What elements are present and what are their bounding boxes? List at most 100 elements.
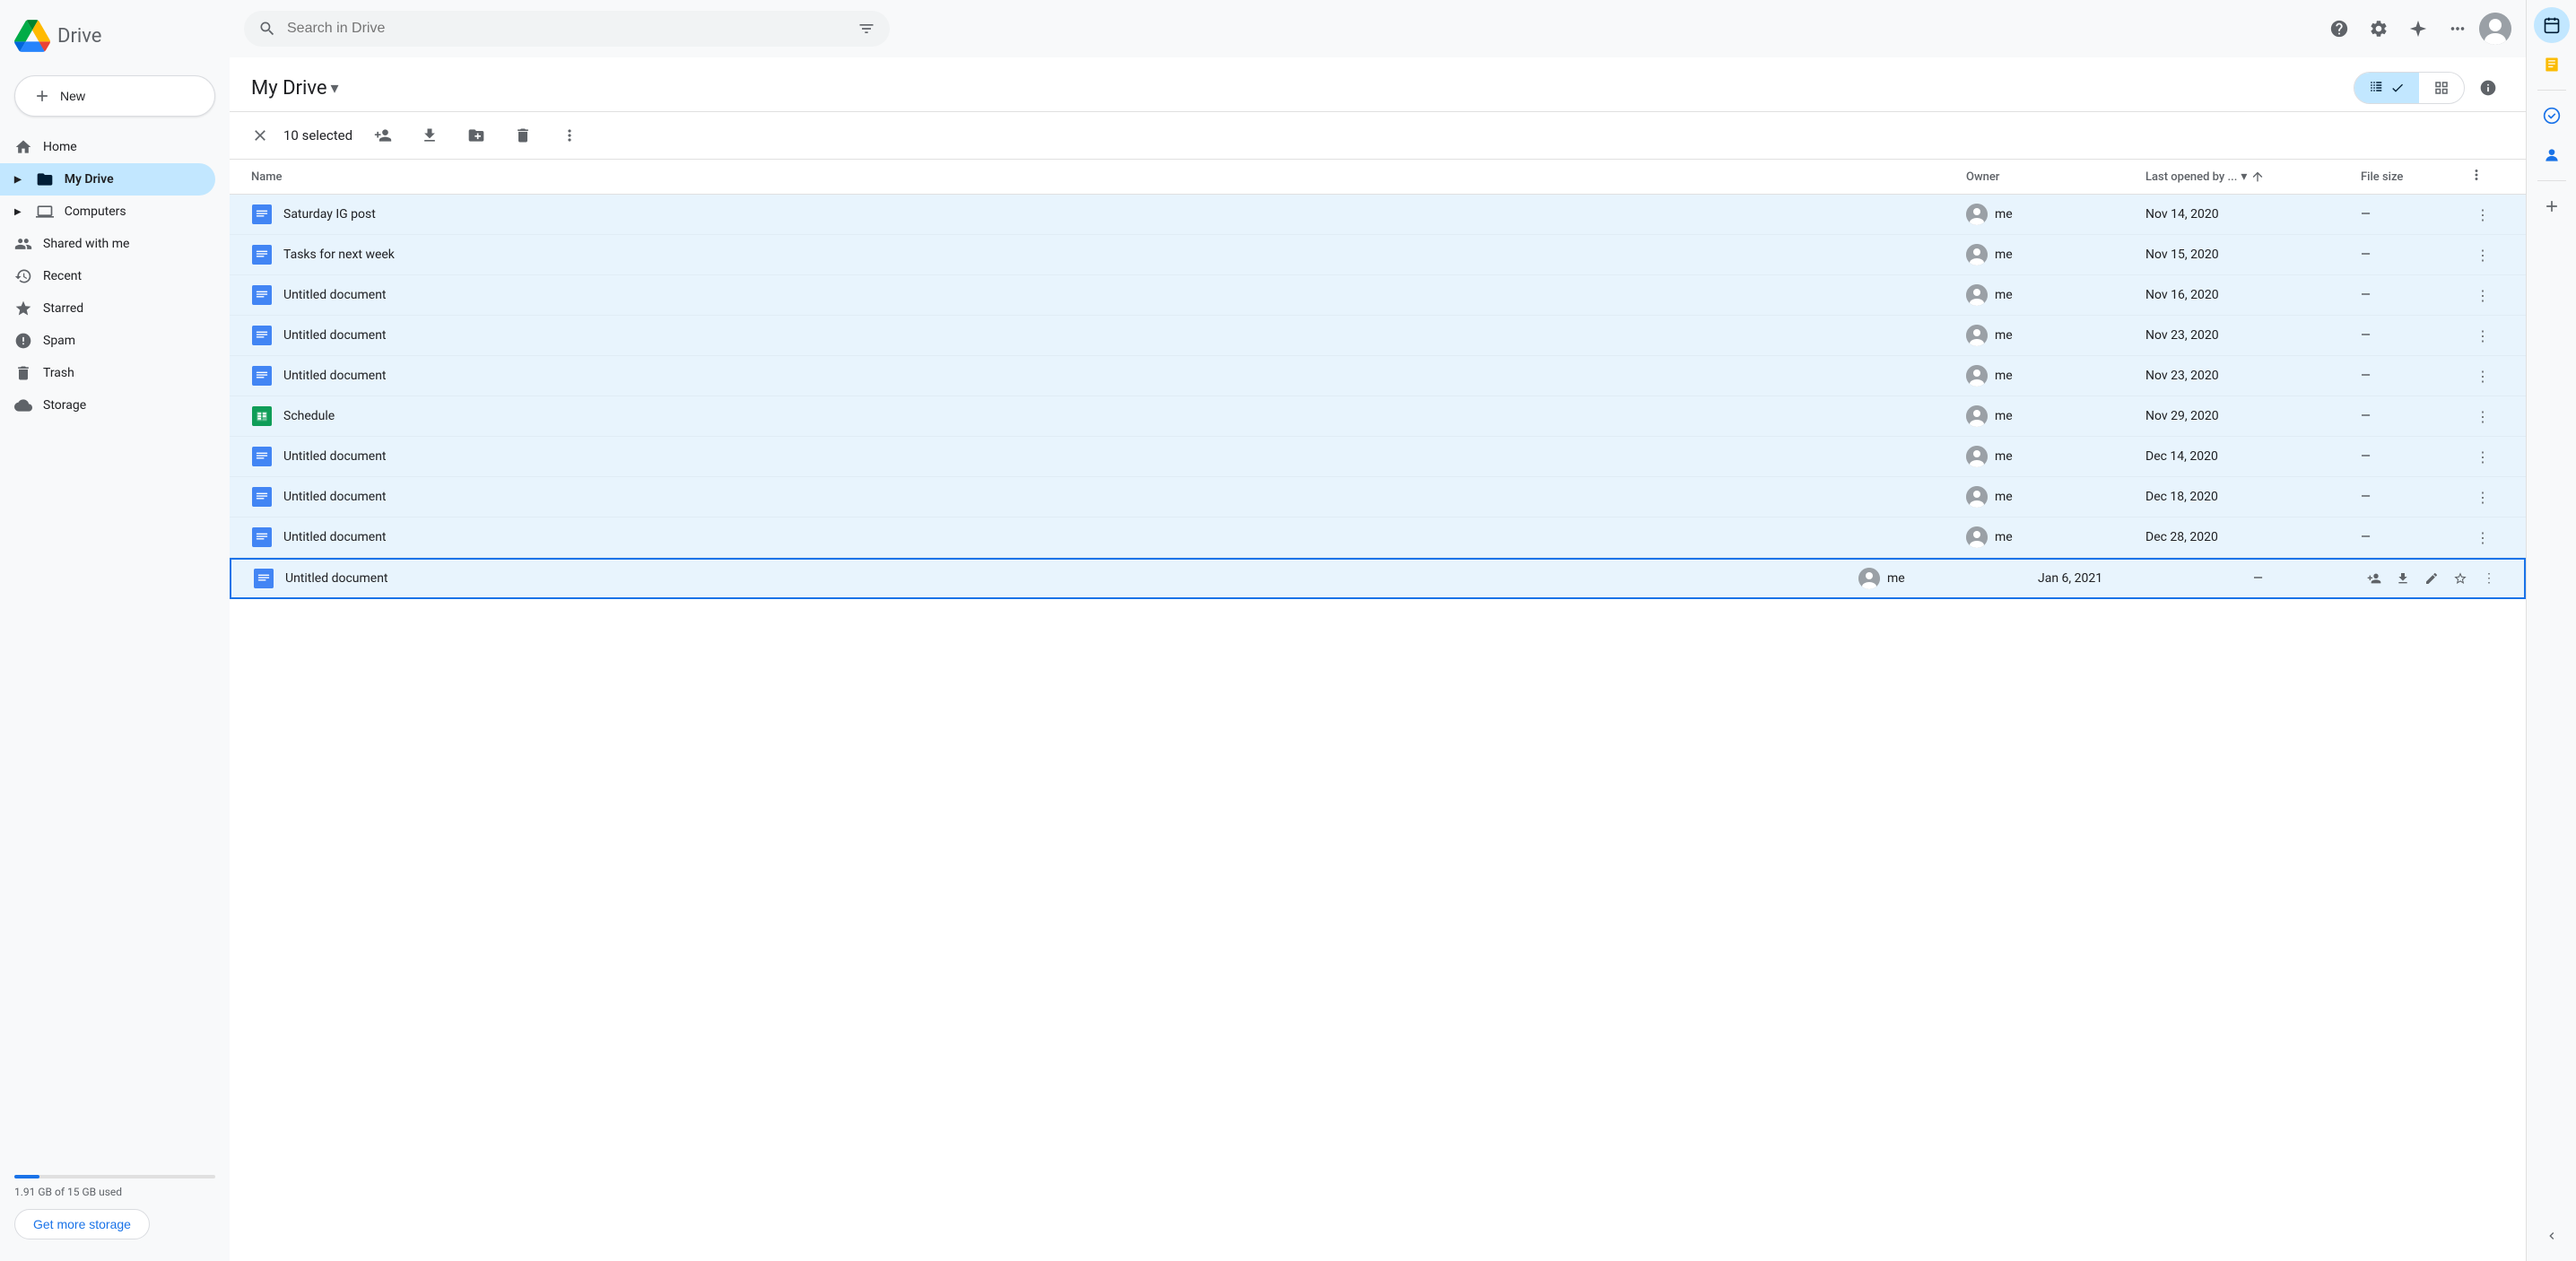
sidebar-item-recent[interactable]: Recent <box>0 260 215 292</box>
row-more-button[interactable]: ⋮ <box>2468 281 2497 309</box>
user-avatar[interactable] <box>2479 13 2511 45</box>
col-header-file-size[interactable]: File size <box>2361 170 2468 184</box>
apps-button[interactable] <box>2440 11 2476 47</box>
delete-button[interactable] <box>507 119 539 152</box>
sidebar-item-storage[interactable]: Storage <box>0 389 215 422</box>
row-more-button[interactable]: ⋮ <box>2468 483 2497 511</box>
date-cell: Nov 23, 2020 <box>2145 328 2361 343</box>
row-more-button[interactable]: ⋮ <box>2468 200 2497 229</box>
sidebar-item-spam[interactable]: Spam <box>0 325 215 357</box>
col-header-name[interactable]: Name <box>251 170 1966 184</box>
selection-bar: 10 selected <box>230 112 2526 160</box>
sheets-icon <box>251 405 273 427</box>
sidebar: Drive New Home ▶ My Drive ▶ Computers <box>0 0 230 1261</box>
sidebar-item-home[interactable]: Home <box>0 131 215 163</box>
doc-icon <box>251 446 273 467</box>
row-more-button[interactable]: ⋮ <box>2468 402 2497 430</box>
file-name-cell: Untitled document <box>251 365 1966 387</box>
search-filter-icon[interactable] <box>857 20 875 38</box>
new-button[interactable]: New <box>14 75 215 117</box>
doc-icon <box>253 568 274 589</box>
file-name-cell: Tasks for next week <box>251 244 1966 265</box>
sidebar-item-my-drive[interactable]: ▶ My Drive <box>0 163 215 196</box>
table-row[interactable]: Untitled document me Nov 16, 2020 — ⋮ <box>230 275 2526 316</box>
col-header-actions <box>2468 167 2504 187</box>
table-row[interactable]: Untitled document me Dec 28, 2020 — ⋮ <box>230 517 2526 558</box>
owner-cell: me <box>1966 244 2145 265</box>
table-row[interactable]: Untitled document me Dec 14, 2020 — ⋮ <box>230 437 2526 477</box>
checkmark-icon <box>2390 81 2405 95</box>
help-button[interactable] <box>2321 11 2357 47</box>
storage-bar-fill <box>14 1175 39 1178</box>
search-bar[interactable] <box>244 11 890 47</box>
contacts-button[interactable] <box>2534 137 2570 173</box>
file-name: Untitled document <box>285 571 388 586</box>
table-row[interactable]: Untitled document me Nov 23, 2020 — ⋮ <box>230 316 2526 356</box>
search-input[interactable] <box>287 21 847 37</box>
settings-button[interactable] <box>2361 11 2397 47</box>
drive-title[interactable]: My Drive ▾ <box>251 77 339 100</box>
panel-collapse-button[interactable] <box>2534 1218 2570 1254</box>
clear-selection-button[interactable] <box>251 126 269 144</box>
sidebar-item-starred-label: Starred <box>43 301 83 316</box>
row-more-button[interactable]: ⋮ <box>2468 321 2497 350</box>
list-view-button[interactable] <box>2354 73 2419 103</box>
keep-button[interactable] <box>2534 47 2570 83</box>
table-row[interactable]: Saturday IG post me Nov 14, 2020 — ⋮ <box>230 195 2526 235</box>
file-name: Untitled document <box>283 328 387 343</box>
sidebar-item-shared[interactable]: Shared with me <box>0 228 215 260</box>
date-cell: Nov 29, 2020 <box>2145 409 2361 423</box>
add-person-button[interactable] <box>367 119 399 152</box>
row-more-button[interactable]: ⋮ <box>2468 523 2497 552</box>
sidebar-item-my-drive-label: My Drive <box>65 172 114 187</box>
row-actions: ⋮ <box>2361 565 2502 592</box>
doc-icon <box>251 244 273 265</box>
get-more-storage-button[interactable]: Get more storage <box>14 1209 150 1239</box>
sidebar-navigation: Home ▶ My Drive ▶ Computers Shared with … <box>0 131 230 422</box>
table-row[interactable]: Untitled document me Dec 18, 2020 — ⋮ <box>230 477 2526 517</box>
download-button[interactable] <box>413 119 446 152</box>
calendar-button[interactable] <box>2534 7 2570 43</box>
row-edit-button[interactable] <box>2418 565 2445 592</box>
file-name-cell: Untitled document <box>251 446 1966 467</box>
right-panel <box>2526 0 2576 1261</box>
table-row[interactable]: Untitled document me Jan 6, 2021 — <box>230 558 2526 599</box>
info-button[interactable] <box>2472 72 2504 104</box>
drive-title-text: My Drive <box>251 77 327 100</box>
doc-icon <box>251 325 273 346</box>
row-download-button[interactable] <box>2389 565 2416 592</box>
sidebar-item-computers[interactable]: ▶ Computers <box>0 196 215 228</box>
owner-name: me <box>1995 409 2013 423</box>
date-cell: Dec 28, 2020 <box>2145 530 2361 544</box>
sidebar-item-trash[interactable]: Trash <box>0 357 215 389</box>
gemini-button[interactable] <box>2400 11 2436 47</box>
view-toggle <box>2354 72 2465 104</box>
drive-title-dropdown-icon[interactable]: ▾ <box>331 79 339 98</box>
row-more-button[interactable]: ⋮ <box>2468 240 2497 269</box>
owner-name: me <box>1995 288 2013 302</box>
col-header-owner[interactable]: Owner <box>1966 170 2145 184</box>
move-to-button[interactable] <box>460 119 492 152</box>
col-header-last-opened[interactable]: Last opened by ... ▾ <box>2145 170 2361 184</box>
size-cell: — <box>2361 449 2468 464</box>
row-add-person-button[interactable] <box>2361 565 2388 592</box>
sidebar-item-starred[interactable]: Starred <box>0 292 215 325</box>
header-actions <box>2354 72 2504 104</box>
row-more-button[interactable]: ⋮ <box>2476 565 2502 592</box>
owner-cell: me <box>1966 405 2145 427</box>
table-row[interactable]: Schedule me Nov 29, 2020 — ⋮ <box>230 396 2526 437</box>
owner-avatar <box>1858 568 1880 589</box>
size-cell: — <box>2361 288 2468 302</box>
row-more-button[interactable]: ⋮ <box>2468 361 2497 390</box>
more-actions-button[interactable] <box>553 119 586 152</box>
grid-view-button[interactable] <box>2419 73 2464 103</box>
tasks-button[interactable] <box>2534 98 2570 134</box>
size-cell: — <box>2361 248 2468 262</box>
file-name: Untitled document <box>283 288 387 302</box>
table-row[interactable]: Tasks for next week me Nov 15, 2020 — ⋮ <box>230 235 2526 275</box>
add-apps-button[interactable] <box>2534 188 2570 224</box>
row-star-button[interactable] <box>2447 565 2474 592</box>
row-more-button[interactable]: ⋮ <box>2468 442 2497 471</box>
file-name-cell: Schedule <box>251 405 1966 427</box>
table-row[interactable]: Untitled document me Nov 23, 2020 — ⋮ <box>230 356 2526 396</box>
